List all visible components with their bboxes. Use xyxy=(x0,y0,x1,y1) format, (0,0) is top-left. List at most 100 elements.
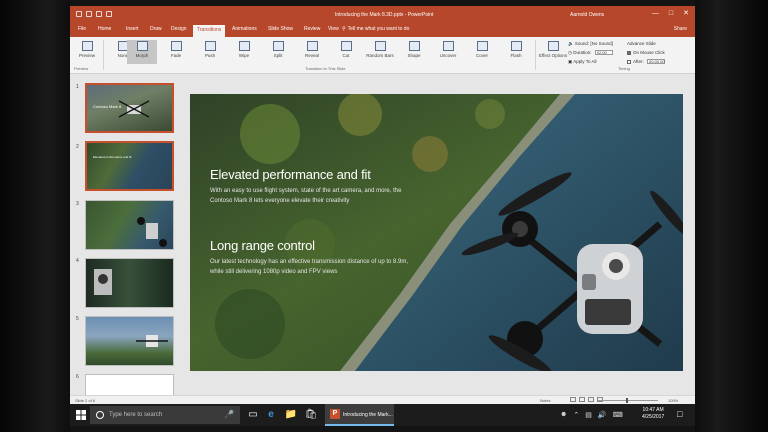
tab-animations[interactable]: Animations xyxy=(232,26,257,32)
sound-value: [No Sound] xyxy=(590,41,613,46)
slide-body-2[interactable]: Our latest technology has an effective t… xyxy=(210,257,420,277)
transition-flash-icon xyxy=(510,41,522,51)
microphone-icon[interactable]: 🎤 xyxy=(224,410,234,419)
preview-button[interactable]: Preview xyxy=(72,40,102,64)
device-bezel-right xyxy=(695,0,768,432)
save-icon[interactable] xyxy=(76,11,82,17)
taskbar-powerpoint-button[interactable]: P Introducing the Mark... xyxy=(325,404,394,426)
slide-number: 6 xyxy=(76,374,79,380)
share-button[interactable]: Share xyxy=(674,26,687,32)
slide-heading-2[interactable]: Long range control xyxy=(210,238,315,253)
redo-icon[interactable] xyxy=(96,11,102,17)
maximize-button[interactable]: □ xyxy=(669,10,673,18)
undo-icon[interactable] xyxy=(86,11,92,17)
slide-thumbnail-4[interactable] xyxy=(85,258,174,308)
drone-illustration xyxy=(136,335,168,347)
group-label-timing: Timing xyxy=(618,66,630,71)
user-name[interactable]: Aarnold Owens xyxy=(570,12,604,18)
slide-thumbnail-1[interactable]: Contoso Mark 8 xyxy=(85,83,174,133)
drone-illustration xyxy=(118,100,150,118)
taskbar-search-box[interactable]: Type here to search 🎤 xyxy=(90,406,240,424)
effect-options-button[interactable]: Effect Options xyxy=(538,40,568,64)
after-input[interactable]: 00:00.00 xyxy=(647,59,666,65)
drone-illustration xyxy=(94,269,112,295)
zoom-slider-thumb[interactable] xyxy=(626,398,628,403)
ribbon-transitions: Preview None Morph Fade Push Wipe Split … xyxy=(70,37,695,74)
transition-morph[interactable]: Morph xyxy=(127,40,157,64)
screen: Introducing the Mark 8.3D.pptx - PowerPo… xyxy=(70,6,695,426)
transition-reveal-icon xyxy=(306,41,318,51)
normal-view-icon[interactable] xyxy=(570,397,576,402)
transition-fade[interactable]: Fade xyxy=(161,40,191,64)
transition-flash[interactable]: Flash xyxy=(501,40,531,64)
tab-review[interactable]: Review xyxy=(304,26,320,32)
tell-me-box[interactable]: ⚲ Tell me what you want to do xyxy=(342,26,409,32)
edge-browser-icon[interactable]: e xyxy=(264,408,278,422)
drone-image xyxy=(461,172,683,371)
start-from-beginning-icon[interactable] xyxy=(106,11,112,17)
transition-uncover[interactable]: Uncover xyxy=(433,40,463,64)
transition-push[interactable]: Push xyxy=(195,40,225,64)
slide-thumbnail-5[interactable] xyxy=(85,316,174,366)
apply-to-all-button[interactable]: ▣ Apply To All xyxy=(568,59,596,65)
transition-uncover-icon xyxy=(442,41,454,51)
close-button[interactable]: ✕ xyxy=(683,10,689,18)
transition-shape[interactable]: Shape xyxy=(399,40,429,64)
sound-option[interactable]: 🔈 Sound: [No Sound] xyxy=(568,41,613,47)
slide-thumbnail-3[interactable] xyxy=(85,200,174,250)
transition-random-bars-icon xyxy=(374,41,386,51)
effect-options-icon xyxy=(547,41,559,51)
transition-reveal[interactable]: Reveal xyxy=(297,40,327,64)
network-icon[interactable]: ▤ xyxy=(585,411,592,419)
transition-wipe[interactable]: Wipe xyxy=(229,40,259,64)
zoom-level[interactable]: 100% xyxy=(668,398,678,403)
tab-draw[interactable]: Draw xyxy=(150,26,162,32)
transition-cover[interactable]: Cover xyxy=(467,40,497,64)
action-center-icon[interactable]: □ xyxy=(677,409,682,419)
on-mouse-click-checkbox[interactable]: On Mouse Click xyxy=(627,50,665,55)
transition-split[interactable]: Split xyxy=(263,40,293,64)
task-view-icon[interactable]: ▭ xyxy=(246,408,260,422)
file-explorer-icon[interactable]: 📁 xyxy=(284,408,298,422)
slide-thumbnail-2[interactable]: Elevated performance and fit xyxy=(85,141,174,191)
apply-all-icon: ▣ xyxy=(568,59,573,64)
tab-transitions[interactable]: Transitions xyxy=(193,25,226,37)
slide-sorter-icon[interactable] xyxy=(579,397,585,402)
tab-file[interactable]: File xyxy=(78,26,86,32)
search-placeholder: Type here to search xyxy=(109,412,163,418)
volume-icon[interactable]: 🔊 xyxy=(598,411,607,419)
powerpoint-icon: P xyxy=(330,409,340,419)
notes-button[interactable]: Notes xyxy=(540,398,550,403)
slide-canvas[interactable]: Elevated performance and fit With an eas… xyxy=(190,94,683,371)
ribbon-divider xyxy=(103,40,104,70)
reading-view-icon[interactable] xyxy=(588,397,594,402)
tab-view[interactable]: View xyxy=(328,26,339,32)
tab-home[interactable]: Home xyxy=(98,26,111,32)
slide-body-1[interactable]: With an easy to use flight system, state… xyxy=(210,186,420,206)
slide-heading-1[interactable]: Elevated performance and fit xyxy=(210,167,371,182)
slide-number: 5 xyxy=(76,316,79,322)
tab-insert[interactable]: Insert xyxy=(126,26,139,32)
people-icon[interactable]: ☻ xyxy=(560,411,567,419)
taskbar-clock[interactable]: 10:47 AM 4/25/2017 xyxy=(642,407,664,421)
store-icon[interactable]: 🛍 xyxy=(304,408,318,422)
thumbnail-title: Elevated performance and fit xyxy=(93,155,132,159)
transition-random-bars[interactable]: Random Bars xyxy=(365,40,395,64)
keyboard-icon[interactable]: ⌨ xyxy=(613,411,623,419)
transition-wipe-icon xyxy=(238,41,250,51)
cortana-icon xyxy=(96,411,104,419)
drone-illustration xyxy=(137,217,167,247)
zoom-slider[interactable] xyxy=(598,400,658,401)
windows-start-icon[interactable] xyxy=(76,410,86,420)
tab-design[interactable]: Design xyxy=(171,26,187,32)
transition-cut[interactable]: Cut xyxy=(331,40,361,64)
slide-number: 4 xyxy=(76,258,79,264)
group-label-transition: Transition to This Slide xyxy=(305,66,346,71)
quick-access-toolbar xyxy=(76,11,112,17)
minimize-button[interactable]: — xyxy=(652,10,659,18)
after-checkbox[interactable]: After: 00:00.00 xyxy=(627,59,666,65)
duration-input[interactable]: 02.00 xyxy=(594,50,613,56)
chevron-up-icon[interactable]: ⌃ xyxy=(573,411,579,419)
transition-push-icon xyxy=(204,41,216,51)
tab-slide-show[interactable]: Slide Show xyxy=(268,26,293,32)
